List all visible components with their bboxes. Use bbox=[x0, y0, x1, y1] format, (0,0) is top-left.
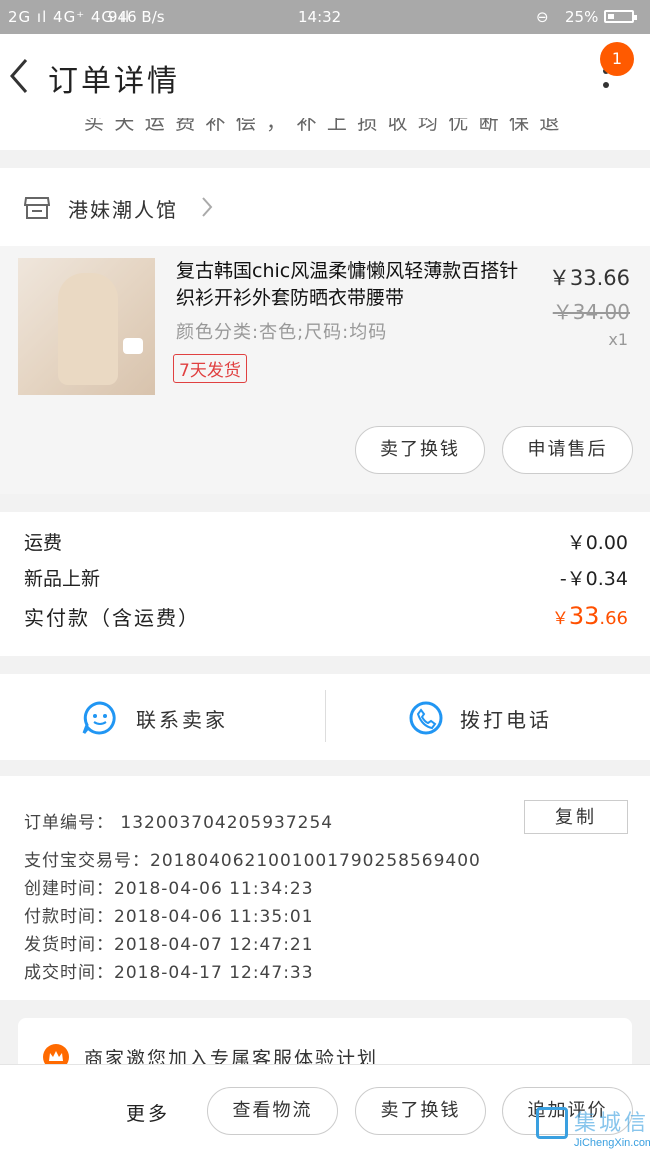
phone-icon bbox=[409, 701, 443, 735]
total-integer: 33 bbox=[568, 602, 600, 630]
battery-icon bbox=[604, 10, 637, 23]
watermark-logo: 集城信 JiChengXin.com bbox=[532, 1103, 650, 1155]
fee-row-shipping: 运费 ￥0.00 bbox=[24, 528, 628, 555]
info-row: 创建时间：2018-04-06 11:34:23 bbox=[24, 874, 314, 899]
resell-button[interactable]: 卖了换钱 bbox=[355, 426, 485, 474]
rotation-lock-icon: ⊖ bbox=[536, 8, 549, 26]
fee-value: -￥0.34 bbox=[559, 568, 628, 590]
shop-name: 港妹潮人馆 bbox=[68, 198, 178, 222]
fee-value: ￥0.00 bbox=[566, 532, 628, 554]
fee-label: 新品上新 bbox=[24, 568, 101, 590]
chevron-right-icon bbox=[202, 197, 213, 217]
contact-seller-button[interactable]: 联系卖家 bbox=[0, 674, 325, 760]
call-phone-label: 拨打电话 bbox=[460, 708, 552, 732]
product-quantity: x1 bbox=[608, 330, 628, 349]
fee-label: 运费 bbox=[24, 532, 63, 554]
contact-bar: 联系卖家 拨打电话 bbox=[0, 674, 650, 760]
more-dot bbox=[603, 82, 609, 88]
product-spec: 颜色分类:杏色;尺码:均码 bbox=[176, 322, 388, 343]
order-number-label: 订单编号： bbox=[24, 813, 114, 833]
fee-summary: 运费 ￥0.00 新品上新 -￥0.34 实付款（含运费） ￥33.66 bbox=[0, 512, 650, 656]
battery-percent: 25% bbox=[565, 8, 599, 26]
call-phone-button[interactable]: 拨打电话 bbox=[326, 674, 650, 760]
product-original-price: ￥34.00 bbox=[552, 300, 630, 324]
network-speed: 946 B/s bbox=[108, 8, 165, 26]
info-value: 2018040621001001790258569400 bbox=[150, 851, 481, 871]
info-label: 发货时间： bbox=[24, 935, 114, 955]
total-decimal: .66 bbox=[599, 608, 628, 629]
total-value: ￥33.66 bbox=[552, 602, 628, 630]
view-logistics-button[interactable]: 查看物流 bbox=[207, 1087, 338, 1135]
shipping-tag: 7天发货 bbox=[173, 354, 247, 383]
info-label: 创建时间： bbox=[24, 879, 114, 899]
scrolled-notice: 买 天 运 费 补 偿 ， 补 上 损 收 均 优 断 保 退 bbox=[0, 118, 650, 150]
status-bar: 2G ıl 4G⁺ 4G ıl 946 B/s 14:32 ⊖ 25% bbox=[0, 0, 650, 34]
watermark-box bbox=[536, 1107, 568, 1139]
page-title: 订单详情 bbox=[48, 64, 180, 99]
back-arrow-icon bbox=[10, 59, 28, 93]
order-info: 订单编号： 132003704205937254 复制 支付宝交易号：20180… bbox=[0, 776, 650, 1000]
watermark-text: 集城信 bbox=[574, 1111, 650, 1136]
info-value: 2018-04-17 12:47:33 bbox=[114, 963, 314, 983]
order-number: 132003704205937254 bbox=[120, 813, 334, 833]
shop-row[interactable]: 港妹潮人馆 bbox=[0, 168, 650, 246]
product-image[interactable] bbox=[18, 258, 155, 395]
info-value: 2018-04-06 11:35:01 bbox=[114, 907, 314, 927]
info-label: 成交时间： bbox=[24, 963, 114, 983]
after-sales-button[interactable]: 申请售后 bbox=[502, 426, 633, 474]
resell-button-bottom[interactable]: 卖了换钱 bbox=[355, 1087, 486, 1135]
info-label: 支付宝交易号： bbox=[24, 851, 150, 871]
info-row: 成交时间：2018-04-17 12:47:33 bbox=[24, 958, 314, 983]
info-value: 2018-04-07 12:47:21 bbox=[114, 935, 314, 955]
product-title[interactable]: 复古韩国chic风温柔慵懒风轻薄款百搭针织衫开衫外套防晒衣带腰带 bbox=[176, 258, 522, 312]
total-currency: ￥ bbox=[551, 609, 569, 629]
info-row: 付款时间：2018-04-06 11:35:01 bbox=[24, 902, 314, 927]
chat-icon bbox=[82, 701, 116, 735]
total-label: 实付款（含运费） bbox=[24, 606, 200, 630]
info-row: 发货时间：2018-04-07 12:47:21 bbox=[24, 930, 314, 955]
watermark-sub: JiChengXin.com bbox=[574, 1137, 650, 1149]
product-item: 复古韩国chic风温柔慵懒风轻薄款百搭针织衫开衫外套防晒衣带腰带 颜色分类:杏色… bbox=[0, 246, 650, 494]
back-button[interactable] bbox=[6, 56, 36, 96]
info-row: 支付宝交易号：2018040621001001790258569400 bbox=[24, 846, 481, 871]
total-row: 实付款（含运费） ￥33.66 bbox=[24, 602, 628, 631]
dress-shape bbox=[58, 273, 118, 385]
handbag-shape bbox=[123, 338, 143, 354]
copy-button[interactable]: 复制 bbox=[524, 800, 628, 834]
contact-seller-label: 联系卖家 bbox=[136, 708, 228, 732]
product-price: ￥33.66 bbox=[548, 266, 630, 290]
clock: 14:32 bbox=[298, 8, 342, 26]
info-label: 付款时间： bbox=[24, 907, 114, 927]
scrolled-notice-text: 买 天 运 费 补 偿 ， 补 上 损 收 均 优 断 保 退 bbox=[84, 118, 562, 134]
fee-row-discount: 新品上新 -￥0.34 bbox=[24, 564, 628, 591]
nav-bar: 订单详情 1 bbox=[0, 34, 650, 118]
order-number-row: 订单编号： 132003704205937254 bbox=[24, 808, 333, 833]
notification-badge: 1 bbox=[600, 42, 634, 76]
more-actions-button[interactable]: 更多 bbox=[126, 1099, 170, 1126]
info-value: 2018-04-06 11:34:23 bbox=[114, 879, 314, 899]
shop-icon bbox=[24, 197, 50, 219]
